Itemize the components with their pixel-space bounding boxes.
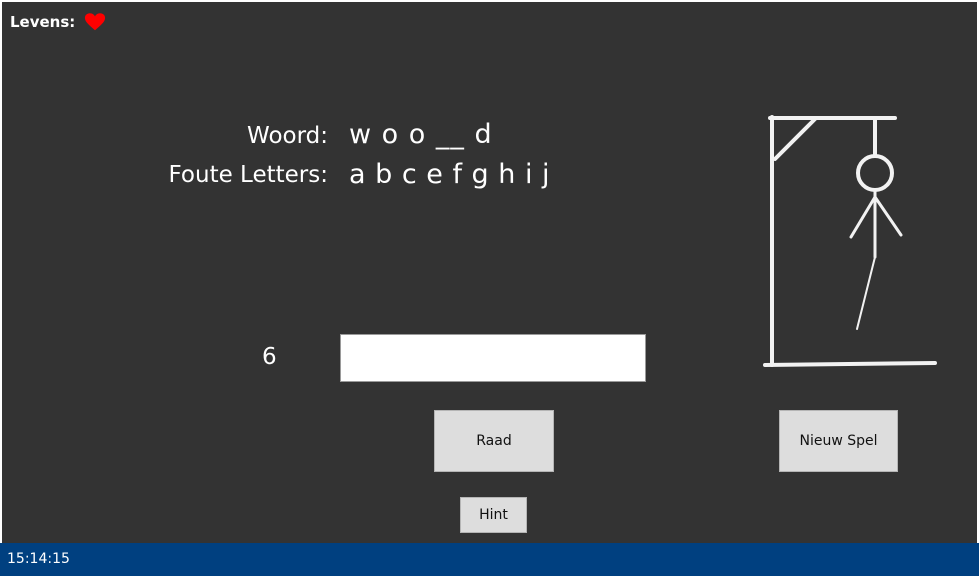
wrong-letters-value: a b c e f g h i j bbox=[349, 159, 551, 190]
new-game-button-label: Nieuw Spel bbox=[799, 433, 878, 449]
hangman-left-leg bbox=[856, 256, 876, 330]
gallows-brace bbox=[773, 117, 817, 161]
word-progress: w o o __ d bbox=[349, 119, 493, 150]
new-game-button[interactable]: Nieuw Spel bbox=[779, 410, 898, 472]
game-window: Levens: Woord: w o o __ d Foute Letters:… bbox=[2, 2, 977, 543]
heart-icon bbox=[84, 13, 106, 31]
wrong-letters-label: Foute Letters: bbox=[168, 162, 328, 188]
word-label: Woord: bbox=[247, 123, 328, 149]
guess-button-label: Raad bbox=[476, 433, 512, 449]
hangman-right-arm bbox=[873, 195, 903, 237]
hangman-head bbox=[856, 154, 894, 192]
hint-button-label: Hint bbox=[479, 507, 508, 523]
status-bar: 15:14:15 bbox=[0, 543, 979, 576]
hint-button[interactable]: Hint bbox=[460, 497, 527, 533]
clock: 15:14:15 bbox=[7, 551, 70, 567]
guess-input[interactable] bbox=[340, 334, 646, 382]
gallows-base bbox=[763, 361, 937, 367]
guess-button[interactable]: Raad bbox=[434, 410, 554, 472]
hangman-drawing bbox=[763, 115, 937, 367]
lives-label: Levens: bbox=[10, 13, 76, 31]
remaining-tries: 6 bbox=[262, 344, 277, 370]
hangman-left-arm bbox=[849, 195, 877, 239]
